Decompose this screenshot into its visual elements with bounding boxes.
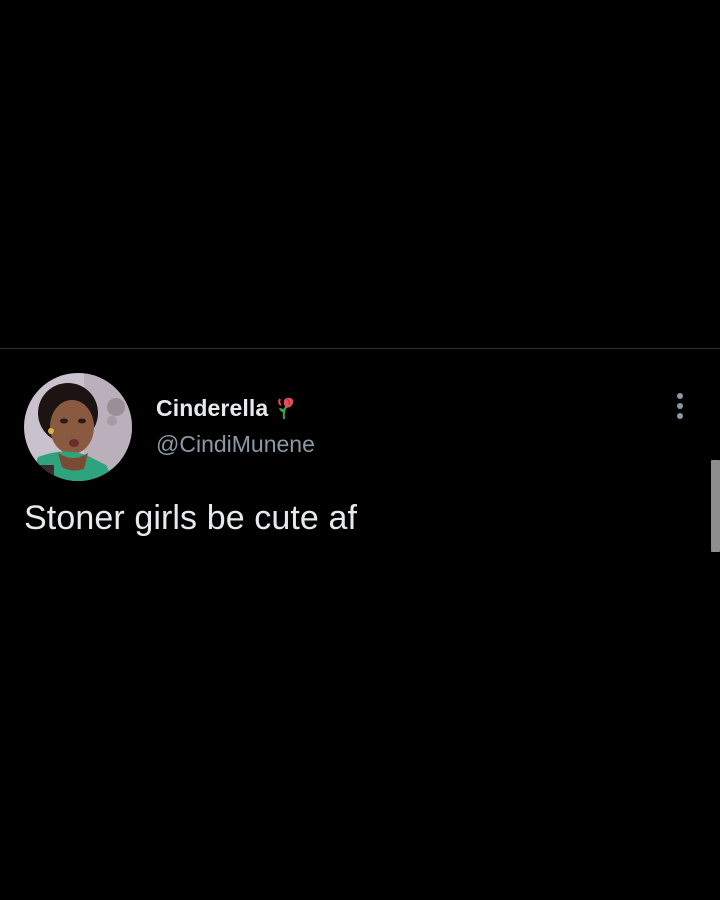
more-options-icon[interactable] <box>666 389 694 423</box>
display-name[interactable]: Cinderella <box>156 395 268 422</box>
display-name-row: Cinderella <box>156 393 315 423</box>
tweet-text: Stoner girls be cute af <box>24 499 358 537</box>
avatar[interactable] <box>24 373 132 481</box>
avatar-photo <box>24 373 132 481</box>
handle[interactable]: @CindiMunene <box>156 431 315 458</box>
tweet-card: Cinderella @CindiMunene Stoner girls be … <box>0 349 720 900</box>
wilted-rose-icon <box>274 395 298 421</box>
author-block: Cinderella @CindiMunene <box>156 393 315 458</box>
scrollbar-thumb[interactable] <box>711 460 720 552</box>
